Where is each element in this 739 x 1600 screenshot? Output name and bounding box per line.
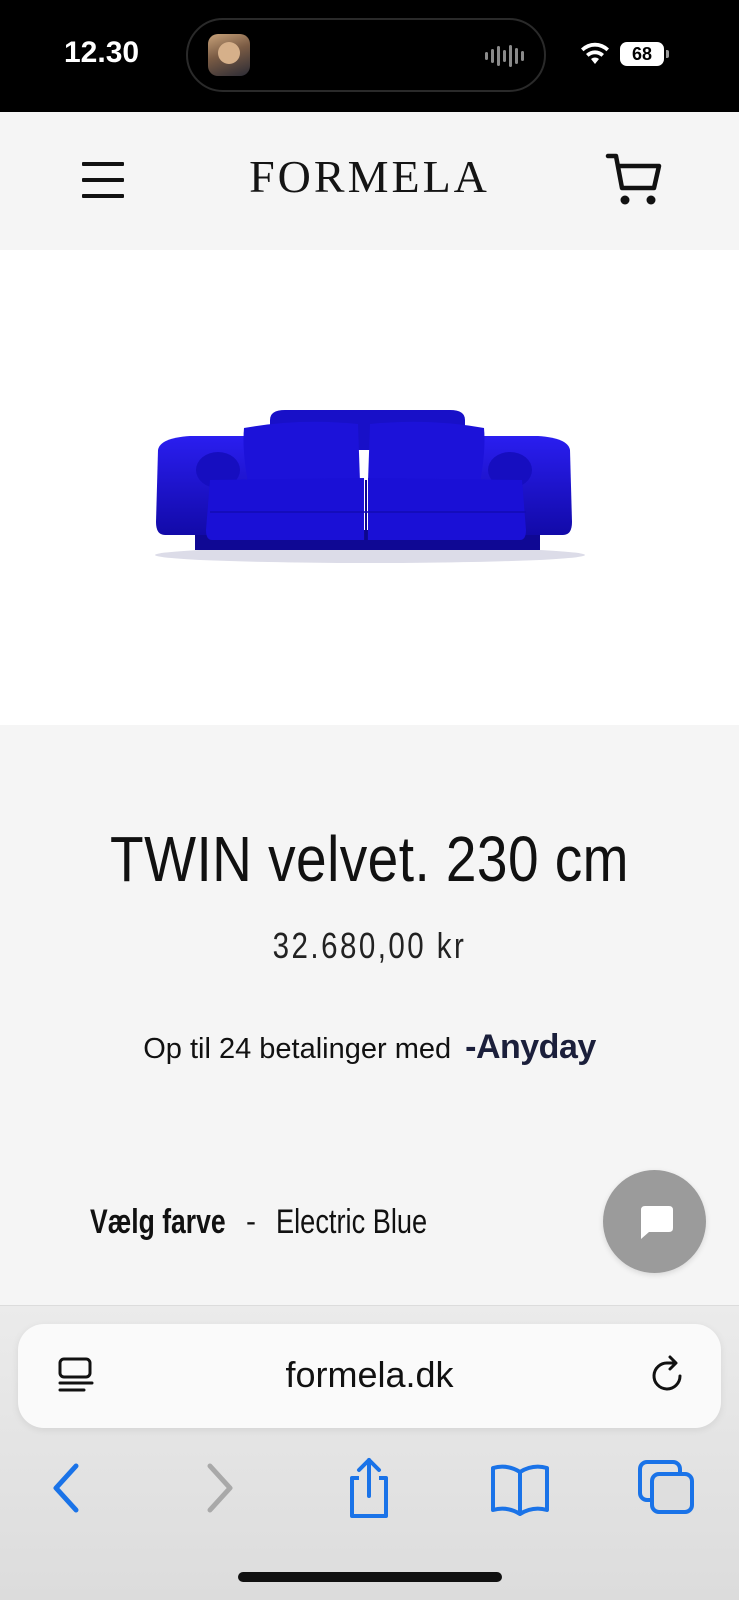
address-bar[interactable]: formela.dk [18, 1324, 721, 1428]
share-icon[interactable] [334, 1456, 404, 1520]
site-header: FORMELA [0, 112, 739, 250]
reload-icon[interactable] [646, 1354, 690, 1398]
home-indicator[interactable] [238, 1572, 502, 1582]
tabs-icon[interactable] [634, 1456, 704, 1520]
battery-indicator: 68 [620, 42, 669, 66]
now-playing-artwork [208, 34, 250, 76]
installments-info[interactable]: Op til 24 betalinger med ‑Anyday [0, 1028, 739, 1067]
sofa-illustration [155, 410, 585, 563]
installments-text: Op til 24 betalinger med [143, 1033, 452, 1065]
color-selector[interactable]: Vælg farve - Electric Blue [90, 1200, 465, 1244]
status-bar: 12.30 68 [0, 0, 739, 112]
browser-bottom-bar: formela.dk [0, 1306, 739, 1600]
back-icon[interactable] [32, 1456, 102, 1520]
color-value: Electric Blue [276, 1202, 428, 1241]
audio-wave-icon [485, 44, 524, 68]
bookmarks-icon[interactable] [485, 1456, 555, 1520]
chat-button[interactable] [603, 1170, 706, 1273]
chat-icon [641, 1206, 673, 1239]
wifi-icon [581, 42, 609, 64]
color-separator: - [246, 1205, 256, 1238]
forward-icon[interactable] [184, 1456, 254, 1520]
cart-icon[interactable] [604, 150, 664, 210]
anyday-logo: ‑Anyday [465, 1028, 596, 1066]
url-text: formela.dk [285, 1354, 454, 1395]
product-image[interactable] [0, 250, 739, 725]
product-title: TWIN velvet. 230 cm [110, 823, 629, 895]
status-time: 12.30 [64, 36, 140, 69]
dynamic-island[interactable] [186, 18, 546, 92]
product-price: 32.680,00 kr [272, 925, 467, 966]
browser-toolbar [0, 1456, 739, 1526]
color-label: Vælg farve [90, 1202, 226, 1241]
